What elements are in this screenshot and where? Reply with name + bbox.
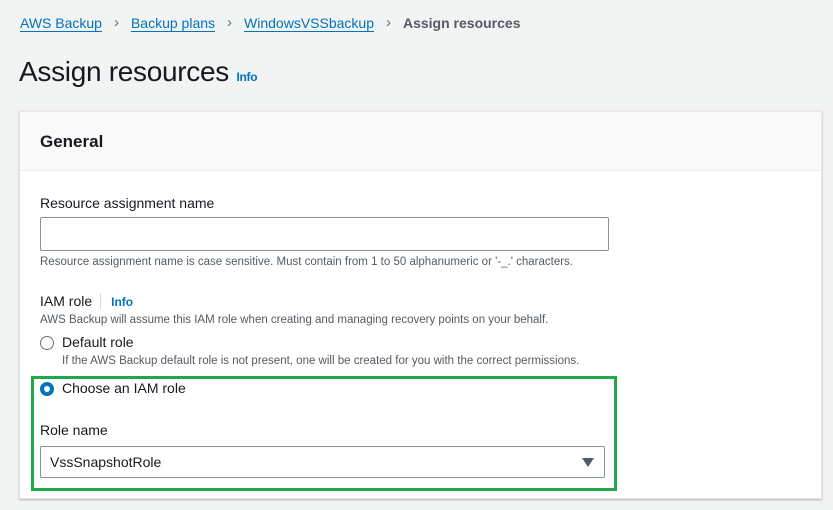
breadcrumb-current: Assign resources bbox=[402, 14, 521, 31]
breadcrumb: AWS Backup › Backup plans › WindowsVSSback… bbox=[20, 14, 520, 31]
chevron-right-icon: › bbox=[113, 14, 119, 31]
highlight-box bbox=[31, 376, 617, 491]
iam-role-label-text: IAM role bbox=[40, 293, 93, 309]
chevron-right-icon: › bbox=[227, 14, 233, 31]
breadcrumb-backup-plans[interactable]: Backup plans bbox=[131, 15, 215, 31]
iam-info-link[interactable]: Info bbox=[111, 295, 133, 309]
chevron-right-icon: › bbox=[385, 14, 391, 31]
default-role-radio[interactable] bbox=[40, 336, 54, 350]
breadcrumb-aws-backup[interactable]: AWS Backup bbox=[20, 15, 102, 31]
assignment-name-hint: Resource assignment name is case sensiti… bbox=[40, 256, 573, 268]
page-info-link[interactable]: Info bbox=[236, 70, 257, 84]
section-title: General bbox=[40, 132, 104, 151]
default-role-hint: If the AWS Backup default role is not pr… bbox=[62, 355, 580, 367]
assignment-name-input[interactable] bbox=[40, 217, 609, 251]
page-title: Assign resources Info bbox=[19, 56, 258, 88]
iam-role-label: IAM role Info bbox=[40, 293, 133, 309]
page-title-text: Assign resources bbox=[19, 56, 229, 87]
iam-role-description: AWS Backup will assume this IAM role whe… bbox=[40, 314, 549, 326]
default-role-label[interactable]: Default role bbox=[62, 334, 134, 350]
assignment-name-label: Resource assignment name bbox=[40, 195, 215, 211]
panel-header: General bbox=[20, 112, 821, 171]
breadcrumb-plan[interactable]: WindowsVSSbackup bbox=[244, 15, 374, 31]
